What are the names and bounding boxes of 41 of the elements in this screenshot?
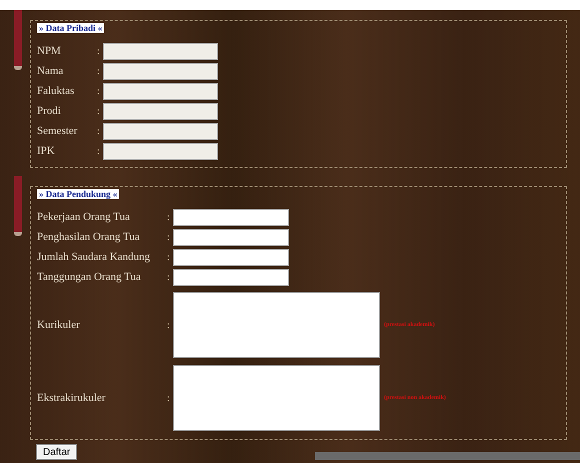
- colon: :: [167, 318, 171, 332]
- text-area[interactable]: [173, 292, 380, 358]
- colon: :: [167, 270, 171, 284]
- colon: :: [97, 124, 101, 138]
- colon: :: [97, 44, 101, 58]
- submit-button[interactable]: Daftar: [36, 444, 78, 460]
- field-label: Ekstrakirukuler: [37, 390, 106, 406]
- field-label: Tanggungan Orang Tua: [37, 270, 142, 285]
- pencil-icon: [14, 176, 22, 236]
- input-field[interactable]: [103, 42, 218, 60]
- input-field[interactable]: [173, 268, 289, 286]
- input-field[interactable]: [173, 228, 289, 246]
- field-label: Penghasilan Orang Tua: [37, 230, 141, 245]
- colon: :: [97, 104, 101, 118]
- pencil-icon: [14, 10, 22, 70]
- colon: :: [167, 230, 171, 244]
- input-field[interactable]: [103, 82, 218, 100]
- input-field[interactable]: [173, 208, 289, 226]
- field-label: Semester: [37, 124, 78, 139]
- input-field[interactable]: [173, 248, 289, 266]
- colon: :: [167, 210, 171, 224]
- colon: :: [97, 144, 101, 158]
- input-field[interactable]: [103, 142, 218, 160]
- section-legend: » Data Pribadi «: [37, 23, 104, 33]
- colon: :: [97, 84, 101, 98]
- colon: :: [167, 250, 171, 264]
- field-label: Faluktas: [37, 84, 76, 99]
- input-field[interactable]: [103, 102, 218, 120]
- text-area[interactable]: [173, 365, 380, 431]
- field-label: Prodi: [37, 104, 62, 119]
- field-label: Nama: [37, 64, 64, 79]
- section-legend: » Data Pendukung «: [37, 189, 120, 199]
- field-label: Jumlah Saudara Kandung: [37, 250, 152, 265]
- input-field[interactable]: [103, 122, 218, 140]
- field-label: NPM: [37, 44, 62, 59]
- colon: :: [167, 392, 171, 406]
- field-label: Kurikuler: [37, 318, 81, 333]
- field-label: IPK: [37, 144, 56, 159]
- field-label: Pekerjaan Orang Tua: [37, 210, 131, 225]
- colon: :: [97, 64, 101, 78]
- input-field[interactable]: [103, 62, 218, 80]
